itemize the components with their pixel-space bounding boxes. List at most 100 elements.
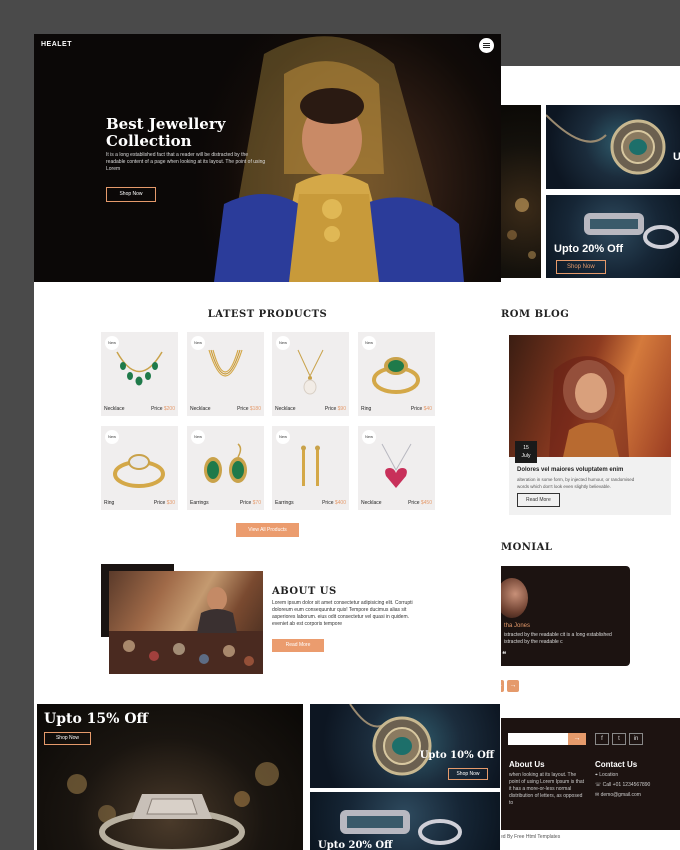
- product-card[interactable]: New Earrings Price $400: [272, 426, 349, 510]
- about-text: Lorem ipsum dolor sit amet consectetur a…: [272, 600, 413, 627]
- promo-label-fragment: U: [673, 151, 680, 163]
- jewellery-market-graphic: [109, 587, 263, 674]
- promo-brooch-shop-now-button[interactable]: Shop Now: [448, 768, 488, 780]
- blog-date-badge: 15 July: [515, 441, 537, 463]
- promo-large-title: Upto 15% Off: [44, 711, 149, 727]
- testimonial-next-button[interactable]: →: [507, 680, 519, 692]
- promo-large-shop-now-button[interactable]: Shop Now: [44, 732, 91, 745]
- blog-image: [509, 335, 671, 457]
- front-page: HEALET Best Jewellery Collection It is a…: [34, 34, 501, 850]
- product-price: Price $30: [154, 500, 175, 506]
- phone-icon: ☏: [595, 782, 603, 788]
- gold-chain-icon: [208, 349, 243, 377]
- email-text: demo@gmail.com: [600, 792, 641, 798]
- footer-location[interactable]: ⌖ Location: [595, 772, 618, 779]
- linkedin-icon[interactable]: in: [629, 733, 643, 745]
- product-price: Price $180: [237, 406, 261, 412]
- about-heading: ABOUT US: [272, 586, 337, 597]
- twitter-icon[interactable]: t: [612, 733, 626, 745]
- testimonial-text: istracted by the readable cit is a long …: [504, 632, 612, 645]
- view-all-products-button[interactable]: View All Products: [236, 523, 299, 537]
- bride-photo-graphic: [549, 356, 629, 457]
- product-name: Ring: [104, 500, 115, 506]
- gold-earrings-icon: [301, 445, 320, 486]
- site-logo[interactable]: HEALET: [41, 41, 72, 48]
- product-price: Price $400: [322, 500, 346, 506]
- price-label: Price: [410, 406, 423, 412]
- price-value: $180: [249, 406, 261, 412]
- product-name: Ring: [361, 406, 372, 412]
- hamburger-menu-icon[interactable]: [479, 38, 494, 53]
- price-value: $40: [423, 406, 432, 412]
- product-price: Price $450: [408, 500, 432, 506]
- price-label: Price: [151, 406, 163, 412]
- emerald-ring-icon: [372, 357, 420, 394]
- product-price: Price $90: [325, 406, 346, 412]
- price-label: Price: [237, 406, 249, 412]
- testimonial-name: tha Jones: [504, 623, 531, 629]
- promo-banner-large[interactable]: Upto 15% Off Shop Now: [37, 704, 303, 850]
- testimonial-heading: MONIAL: [501, 542, 553, 553]
- testimonial-card: tha Jones istracted by the readable cit …: [496, 566, 630, 666]
- hero-title: Best Jewellery Collection: [106, 116, 236, 150]
- back-promo-rings[interactable]: Upto 20% Off Shop Now: [546, 195, 680, 278]
- brooch-graphic: [546, 114, 666, 175]
- footer-phone[interactable]: ☏ Call +01 1234567890: [595, 782, 650, 789]
- price-label: Price: [322, 500, 334, 506]
- product-card[interactable]: New Earrings Price $70: [187, 426, 264, 510]
- hero-title-line-2: Collection: [106, 132, 192, 150]
- hero-shop-now-button[interactable]: Shop Now: [106, 187, 156, 202]
- footer-about-heading: About Us: [509, 760, 545, 769]
- emerald-earrings-icon: [204, 443, 247, 483]
- price-value: $450: [420, 500, 432, 506]
- price-value: $70: [252, 500, 261, 506]
- hero-title-line-1: Best Jewellery: [106, 115, 226, 133]
- location-text: Location: [599, 772, 619, 778]
- price-value: $400: [334, 500, 346, 506]
- newsletter-send-button[interactable]: →: [568, 733, 586, 745]
- back-promo-brooch[interactable]: U: [546, 105, 680, 189]
- price-label: Price: [239, 500, 252, 506]
- pearl-pendant-icon: [297, 349, 324, 395]
- product-card[interactable]: New Necklace Price $90: [272, 332, 349, 416]
- phone-text: Call +01 1234567890: [602, 782, 651, 788]
- price-value: $90: [337, 406, 346, 412]
- copyright-text: ed By Free Html Templates: [500, 834, 561, 840]
- footer-email-link[interactable]: ✉ demo@gmail.com: [595, 792, 641, 799]
- blog-title[interactable]: Dolores vel maiores voluptatem enim: [517, 467, 623, 473]
- emerald-necklace-icon: [116, 351, 163, 386]
- product-name: Necklace: [190, 406, 211, 412]
- blog-month: July: [521, 453, 531, 459]
- blog-day: 15: [523, 445, 529, 451]
- price-value: $30: [166, 500, 175, 506]
- hero-description: It is a long established fact that a rea…: [106, 152, 266, 172]
- product-name: Earrings: [275, 500, 294, 506]
- blog-card[interactable]: 15 July Dolores vel maiores voluptatem e…: [509, 335, 671, 515]
- back-shop-now-button[interactable]: Shop Now: [556, 260, 606, 274]
- footer-about-text: when looking at its layout. The point of…: [509, 772, 585, 806]
- blog-excerpt: alteration in some form, by injected hum…: [517, 477, 635, 489]
- product-card[interactable]: New Ring Price $30: [101, 426, 178, 510]
- quote-icon: ❝: [502, 650, 507, 659]
- product-name: Necklace: [275, 406, 296, 412]
- promo-banner-brooch[interactable]: Upto 10% Off Shop Now: [310, 704, 500, 788]
- latest-products-heading: LATEST PRODUCTS: [207, 309, 328, 320]
- product-name: Earrings: [190, 500, 209, 506]
- price-value: $200: [163, 406, 175, 412]
- product-price: Price $70: [240, 500, 261, 506]
- newsletter-email-input[interactable]: [508, 733, 568, 745]
- product-card[interactable]: New Ring Price $40: [358, 332, 435, 416]
- diamond-ring-icon: [113, 454, 165, 488]
- hero-banner: HEALET Best Jewellery Collection It is a…: [34, 34, 501, 282]
- product-name: Necklace: [104, 406, 125, 412]
- heart-pendant-icon: [381, 443, 412, 488]
- product-card[interactable]: New Necklace Price $450: [358, 426, 435, 510]
- blog-read-more-button[interactable]: Read More: [517, 493, 560, 507]
- facebook-icon[interactable]: f: [595, 733, 609, 745]
- bride-graphic: [214, 36, 464, 282]
- product-card[interactable]: New Necklace Price $180: [187, 332, 264, 416]
- about-read-more-button[interactable]: Read More: [272, 639, 324, 652]
- product-card[interactable]: New Necklace Price $200: [101, 332, 178, 416]
- promo-banner-rings[interactable]: Upto 20% Off: [310, 792, 500, 850]
- price-label: Price: [324, 406, 337, 412]
